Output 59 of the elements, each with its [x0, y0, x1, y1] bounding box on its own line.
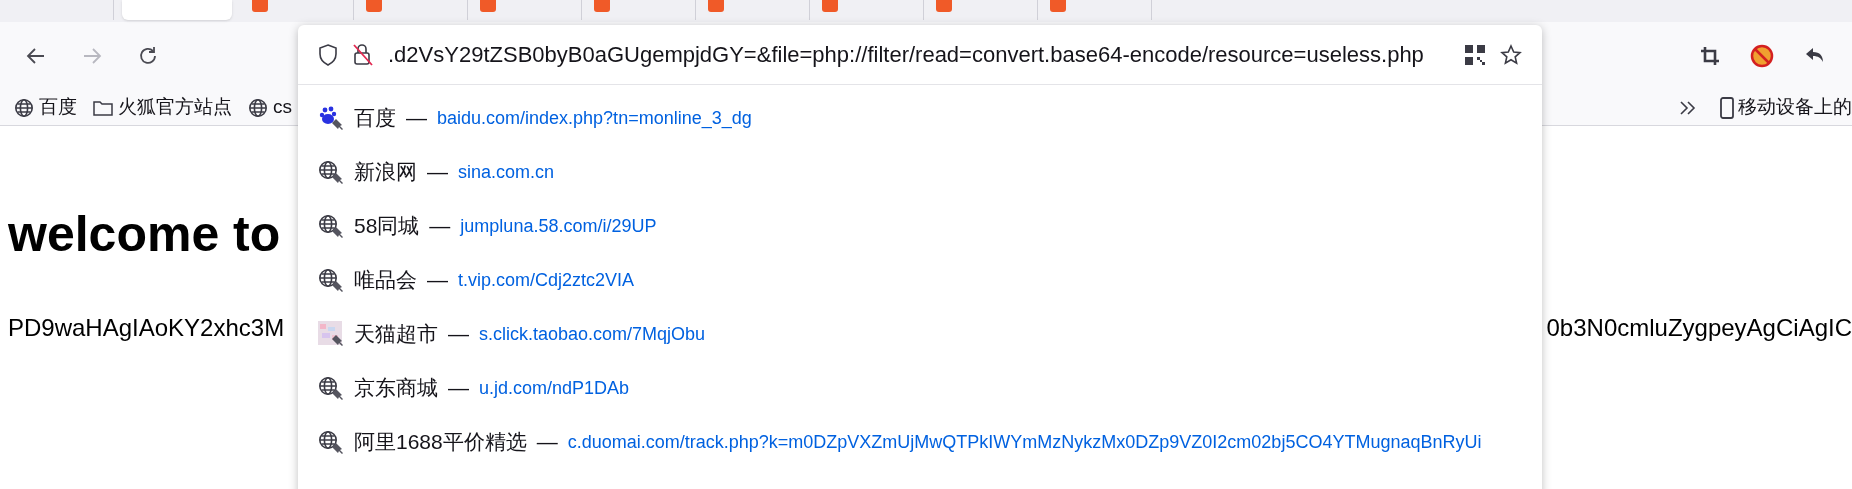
suggestion-title: 天猫超市 — [354, 321, 438, 348]
suggestion-title: 京东商城 — [354, 375, 438, 402]
suggestion-row[interactable]: 唯品会 — t.vip.com/Cdj2ztc2VIA — [298, 253, 1542, 307]
chevron-icon[interactable] — [1678, 98, 1698, 117]
bookmark-label: 百度 — [39, 95, 77, 120]
dash: — — [406, 105, 427, 132]
encoded-text: 0b3N0cmluZygpeyAgCiAgIC — [1546, 313, 1852, 343]
qr-code-icon[interactable] — [1464, 43, 1486, 66]
suggestion-url: sina.com.cn — [458, 160, 555, 184]
dash: — — [536, 429, 558, 456]
bookmark-label: cs — [273, 95, 292, 120]
suggestion-row[interactable]: 58同城 — jumpluna.58.com/i/29UP — [298, 199, 1542, 253]
suggestion-row[interactable]: 天猫超市 — s.click.taobao.com/7MqjObu — [298, 307, 1542, 361]
url-field[interactable]: .d2VsY29tZSB0byB0aGUgempjdGY=&file=php://filter/read=convert.base64-encode/resource=useless.php — [388, 38, 1450, 71]
suggestion-row[interactable]: 百度 — baidu.com/index.php?tn=monline_3_dg — [298, 91, 1542, 145]
dash: — — [429, 213, 451, 240]
insecure-lock-icon[interactable] — [352, 42, 374, 67]
thumbnail-icon — [318, 321, 344, 347]
bookmark[interactable]: 百度 — [14, 93, 77, 122]
globe-icon — [318, 267, 344, 293]
bookmark-label: 火狐官方站点 — [118, 95, 232, 120]
dash: — — [448, 321, 469, 348]
bookmark[interactable]: cs — [248, 93, 292, 122]
globe-icon — [248, 97, 268, 118]
suggestion-url: u.jd.com/ndP1DAb — [479, 376, 630, 400]
page-heading: welcome to — [8, 206, 281, 262]
suggestion-url: s.click.taobao.com/7MqjObu — [479, 322, 706, 346]
suggestion-row[interactable]: 新浪网 — sina.com.cn — [298, 145, 1542, 199]
suggestion-title: 阿里1688平价精选 — [354, 429, 527, 456]
suggestion-title: 唯品会 — [354, 267, 417, 294]
globe-icon — [318, 375, 344, 401]
dash: — — [448, 375, 469, 402]
suggestion-row[interactable]: 京东商城 — u.jd.com/ndP1DAb — [298, 361, 1542, 415]
star-icon[interactable] — [1500, 43, 1522, 66]
paw-icon — [318, 105, 344, 131]
mobile-bookmarks[interactable]: 移动设备上的 — [1720, 93, 1852, 122]
suggestion-title: 58同城 — [354, 213, 420, 240]
suggestion-url: t.vip.com/Cdj2ztc2VIA — [458, 268, 635, 292]
dash: — — [427, 267, 448, 294]
dash: — — [427, 159, 448, 186]
folder-icon — [93, 98, 113, 117]
mobile-bookmarks-label: 移动设备上的 — [1738, 95, 1852, 120]
globe-icon — [318, 213, 344, 239]
globe-icon — [318, 159, 344, 185]
suggestion-row[interactable]: 阿里1688平价精选 — c.duomai.com/track.php?k=m0DZpVXZmUjMwQTPkIWYmMzNykzMx0DZp9VZ0I2cm02bj5CO4YTMugnaqBnRyUi — [298, 415, 1542, 469]
encoded-text: PD9waHAgIAoKY2xhc3M — [8, 313, 285, 343]
shield-icon[interactable] — [318, 43, 338, 66]
suggestion-title: 百度 — [354, 105, 396, 132]
bookmark[interactable]: 火狐官方站点 — [93, 93, 232, 122]
suggestion-url: c.duomai.com/track.php?k=m0DZpVXZmUjMwQTPkIWYmMzNykzMx0DZp9VZ0I2cm02bj5CO4YTMugnaqBnRyUi — [567, 430, 1482, 454]
reload-icon — [137, 45, 159, 67]
phone-icon — [1720, 96, 1734, 119]
blocked-icon[interactable] — [1750, 44, 1774, 68]
globe-icon — [318, 429, 344, 455]
suggestion-title: 新浪网 — [354, 159, 417, 186]
crop-icon[interactable] — [1700, 46, 1720, 66]
globe-icon — [14, 97, 34, 118]
suggestion-url: jumpluna.58.com/i/29UP — [460, 214, 657, 238]
suggestion-url: baidu.com/index.php?tn=monline_3_dg — [437, 106, 752, 131]
